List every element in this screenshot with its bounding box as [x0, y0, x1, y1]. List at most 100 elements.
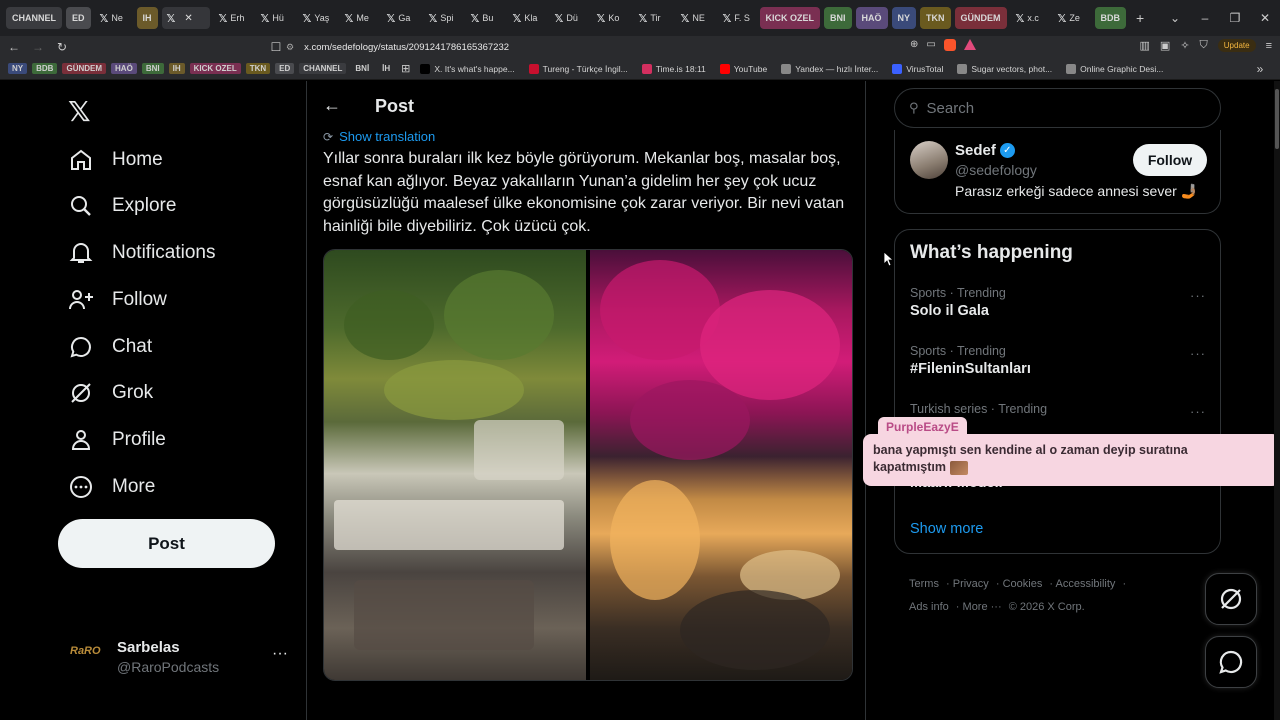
restore-icon[interactable]: ❐ [1220, 11, 1250, 25]
browser-tab[interactable]: BDB [1094, 7, 1127, 29]
terms-link[interactable]: Terms [909, 578, 939, 590]
accessibility-link[interactable]: Accessibility [1056, 578, 1116, 590]
bookmark-link[interactable]: Sugar vectors, phot... [957, 63, 1052, 74]
chevron-right-icon[interactable]: » [1250, 62, 1270, 76]
nav-item-profile[interactable]: Profile [68, 422, 166, 458]
forward-icon[interactable]: → [28, 40, 48, 54]
bookmark-folder-tag[interactable]: TKN [245, 63, 271, 74]
browser-tab[interactable]: HAÖ [855, 7, 888, 29]
bookmark-icon[interactable]: ☐ [266, 40, 286, 54]
trend-item[interactable]: Sports · Trending #FileninSultanları ··· [910, 344, 1210, 394]
more-dots-icon[interactable]: ··· [272, 645, 288, 663]
bookmark-link[interactable]: VirusTotal [892, 63, 943, 74]
tab-list-icon[interactable]: ⌄ [1160, 11, 1190, 25]
account-switcher[interactable]: RaRO Sarbelas @RaroPodcasts ··· [70, 637, 290, 681]
bookmark-folder-tag[interactable]: BDB [32, 63, 58, 74]
browser-tab[interactable]: IH [136, 7, 158, 29]
avatar[interactable] [910, 141, 948, 179]
follow-button[interactable]: Follow [1133, 144, 1207, 176]
x-logo-icon[interactable]: 𝕏 [68, 95, 91, 128]
search-input[interactable]: ⚲ Search [894, 88, 1221, 128]
browser-tab[interactable]: 𝕏 Ko [592, 7, 630, 29]
browser-tab[interactable]: 𝕏 Spi [424, 7, 462, 29]
chat-floating-button[interactable] [1205, 636, 1257, 688]
close-tab-icon[interactable]: ✕ [184, 13, 192, 24]
bookmark-folder-tag[interactable]: IH [168, 63, 185, 74]
bookmark-link[interactable]: Time.is 18:11 [641, 63, 706, 74]
nav-item-home[interactable]: Home [68, 142, 163, 178]
browser-tab[interactable]: 𝕏 Yaş [298, 7, 336, 29]
author-handle[interactable]: @sedefology [955, 162, 1037, 178]
browser-tab[interactable]: NY [891, 7, 917, 29]
browser-tab[interactable]: 𝕏 Dü [550, 7, 588, 29]
browser-tab[interactable]: 𝕏 Ne [95, 7, 133, 29]
ads-info-link[interactable]: Ads info [909, 601, 949, 613]
url-field[interactable]: ⚙ x.com/sedefology/status/20912417861653… [286, 38, 1006, 56]
browser-tab[interactable]: ED [66, 7, 91, 29]
browser-tab[interactable]: 𝕏 Erh [214, 7, 252, 29]
show-more-link[interactable]: Show more [910, 521, 983, 537]
browser-tab[interactable]: 𝕏 Me [340, 7, 378, 29]
bookmark-folder-tag[interactable]: KICK OZEL [189, 63, 241, 74]
bookmark-link[interactable]: Tureng - Türkçe İngil... [528, 63, 628, 74]
apps-grid-icon[interactable]: ⊞ [401, 62, 410, 75]
page-scrollbar[interactable] [1274, 81, 1280, 720]
post-button[interactable]: Post [58, 519, 275, 568]
browser-tab[interactable]: 𝕏 Hü [256, 7, 294, 29]
browser-tab[interactable]: 𝕏 Tir [634, 7, 672, 29]
browser-tab[interactable]: 𝕏 NE [676, 7, 714, 29]
new-tab-icon[interactable]: + [1136, 10, 1144, 26]
more-dots-icon[interactable]: ··· [1190, 288, 1206, 303]
nav-item-follow[interactable]: Follow [68, 282, 167, 318]
browser-tab[interactable]: 𝕏 Kla [508, 7, 546, 29]
bookmark-folder-tag[interactable]: ED [275, 63, 295, 74]
bookmark-link[interactable]: Online Graphic Desi... [1066, 63, 1163, 74]
browser-tab[interactable]: 𝕏 Bu [466, 7, 504, 29]
brave-shields-icon[interactable] [943, 39, 956, 51]
author-name[interactable]: Sedef ✓ [955, 142, 1015, 159]
more-dots-icon[interactable]: ··· [1190, 346, 1206, 361]
bookmark-link[interactable]: X. It's what's happe... [420, 63, 515, 74]
site-info-icon[interactable]: ⚙ [286, 42, 294, 53]
scrollbar-thumb[interactable] [1275, 89, 1279, 149]
sidebar-icon[interactable]: ▥ [1140, 39, 1150, 52]
bookmark-folder-tag[interactable]: GÜNDEM [62, 63, 107, 74]
browser-tab[interactable]: GÜNDEM [954, 7, 1007, 29]
browser-tab-active[interactable]: 𝕏 ✕ [161, 7, 210, 29]
browser-tab[interactable]: CHANNEL [6, 7, 62, 29]
browser-tab[interactable]: 𝕏 Ze [1053, 7, 1091, 29]
nav-item-grok[interactable]: Grok [68, 375, 153, 411]
cast-icon[interactable]: ▭ [926, 39, 935, 51]
nav-item-chat[interactable]: Chat [68, 329, 152, 365]
more-link[interactable]: More ··· [963, 601, 1002, 613]
more-dots-icon[interactable]: ··· [1190, 404, 1206, 419]
extensions-icon[interactable]: ✧ [1180, 39, 1189, 52]
browser-tab[interactable]: 𝕏 F. S [718, 7, 756, 29]
show-translation-link[interactable]: ⟳ Show translation [323, 129, 435, 144]
browser-tab[interactable]: 𝕏 Ga [382, 7, 420, 29]
bookmark-folder-tag[interactable]: BNI [141, 63, 164, 74]
browser-tab[interactable]: KICK OZEL [759, 7, 821, 29]
close-window-icon[interactable]: ✕ [1250, 11, 1280, 25]
vpn-icon[interactable]: ⛉ [1200, 39, 1208, 52]
reload-icon[interactable]: ↻ [52, 40, 72, 54]
browser-tab[interactable]: 𝕏x.c [1011, 7, 1049, 29]
post-photo-restaurant-tree[interactable] [324, 250, 586, 680]
nav-item-explore[interactable]: Explore [68, 188, 176, 224]
bookmark-folder-tag[interactable]: HAÖ [111, 63, 137, 74]
browser-tab[interactable]: TKN [920, 7, 951, 29]
bookmark-link[interactable]: YouTube [719, 63, 767, 74]
minimize-icon[interactable]: – [1190, 11, 1220, 25]
grok-floating-button[interactable] [1205, 573, 1257, 625]
update-button[interactable]: Update [1217, 39, 1256, 52]
bookmark-link[interactable]: Yandex — hızlı İnter... [781, 63, 878, 74]
cookies-link[interactable]: Cookies [1003, 578, 1043, 590]
wallet-icon[interactable]: ▣ [1160, 39, 1170, 52]
nav-item-more[interactable]: More [68, 469, 155, 505]
privacy-link[interactable]: Privacy [953, 578, 989, 590]
bookmark-folder-tag[interactable]: NY [8, 63, 28, 74]
bookmark-folder-tag[interactable]: İH [378, 63, 394, 74]
brave-rewards-icon[interactable] [963, 39, 976, 50]
nav-item-notifications[interactable]: Notifications [68, 235, 216, 271]
zoom-icon[interactable]: ⊕ [910, 39, 918, 51]
